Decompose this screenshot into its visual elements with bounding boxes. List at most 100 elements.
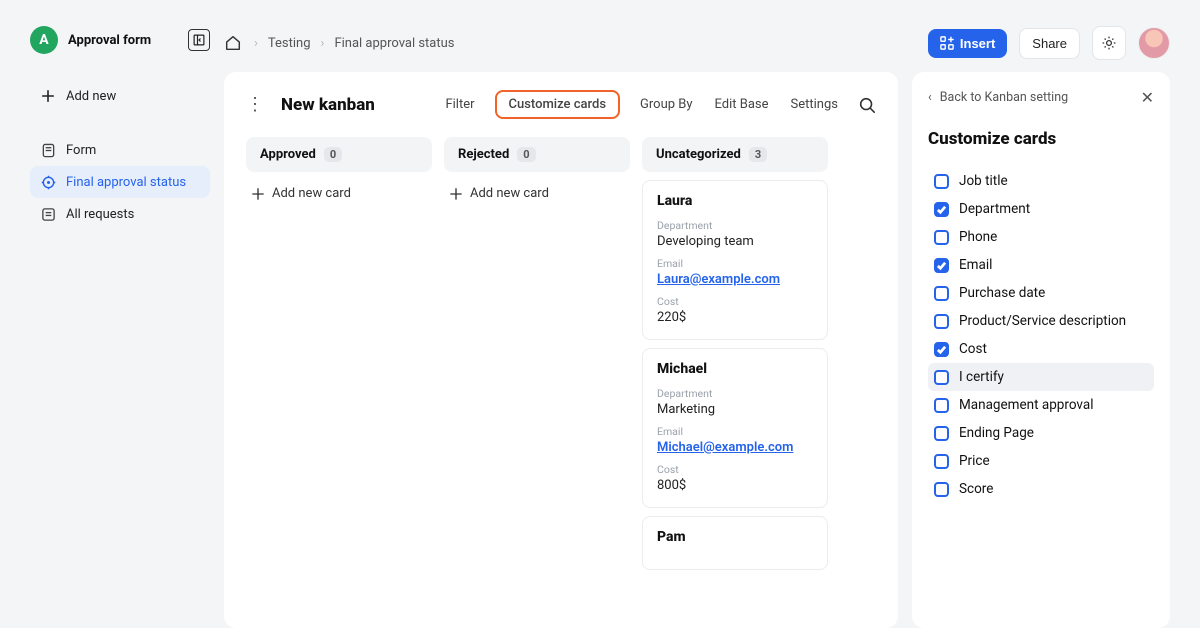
- checkbox[interactable]: [934, 370, 949, 385]
- settings-panel-title: Customize cards: [928, 129, 1154, 149]
- kanban-title: New kanban: [281, 95, 375, 115]
- column-header: Approved0: [246, 137, 432, 172]
- chevron-left-icon[interactable]: ‹: [928, 90, 932, 105]
- column-title: Rejected: [458, 147, 509, 162]
- checkbox[interactable]: [934, 482, 949, 497]
- column-count-badge: 0: [324, 147, 342, 162]
- customize-option[interactable]: Email: [928, 251, 1154, 279]
- option-label: Ending Page: [959, 425, 1034, 441]
- settings-gear-button[interactable]: [1092, 26, 1126, 60]
- field-value-email[interactable]: Laura@example.com: [657, 272, 813, 287]
- insert-label: Insert: [960, 36, 995, 51]
- column-title: Uncategorized: [656, 147, 741, 162]
- checkbox[interactable]: [934, 342, 949, 357]
- option-label: Product/Service description: [959, 313, 1126, 329]
- add-card-label: Add new card: [470, 186, 549, 201]
- checkbox[interactable]: [934, 398, 949, 413]
- customize-option[interactable]: Cost: [928, 335, 1154, 363]
- checkbox[interactable]: [934, 454, 949, 469]
- card-name: Laura: [657, 193, 813, 209]
- back-link[interactable]: Back to Kanban setting: [940, 90, 1068, 105]
- brand-title: Approval form: [68, 33, 151, 48]
- chevron-right-icon: ›: [254, 36, 258, 51]
- option-label: Price: [959, 453, 990, 469]
- kanban-panel: ⋮ New kanban Filter Customize cards Grou…: [224, 72, 898, 628]
- checkbox[interactable]: [934, 426, 949, 441]
- option-label: I certify: [959, 369, 1004, 385]
- option-label: Phone: [959, 229, 997, 245]
- user-avatar[interactable]: [1138, 27, 1170, 59]
- share-label: Share: [1032, 36, 1067, 51]
- column-header: Rejected 0: [444, 137, 630, 172]
- filter-action[interactable]: Filter: [443, 93, 476, 116]
- grid-plus-icon: [940, 36, 954, 50]
- field-value-email[interactable]: Michael@example.com: [657, 440, 813, 455]
- option-label: Management approval: [959, 397, 1094, 413]
- customize-option[interactable]: Job title: [928, 167, 1154, 195]
- customize-option[interactable]: Ending Page: [928, 419, 1154, 447]
- sidebar-item-all-requests[interactable]: All requests: [30, 198, 210, 230]
- sidebar: A Approval form Add new Form Final appro…: [30, 26, 210, 628]
- card-name: Michael: [657, 361, 813, 377]
- edit-base-action[interactable]: Edit Base: [713, 93, 771, 116]
- group-by-action[interactable]: Group By: [638, 93, 695, 116]
- checkbox[interactable]: [934, 314, 949, 329]
- option-label: Email: [959, 257, 992, 273]
- card-name: Pam: [657, 529, 813, 545]
- breadcrumb: › Testing › Final approval status: [254, 36, 455, 51]
- add-card-button[interactable]: Add new card: [246, 172, 432, 201]
- customize-option[interactable]: Phone: [928, 223, 1154, 251]
- insert-button[interactable]: Insert: [928, 29, 1007, 58]
- checkbox[interactable]: [934, 258, 949, 273]
- sidebar-item-label: Form: [66, 143, 96, 158]
- sidebar-item-form[interactable]: Form: [30, 134, 210, 166]
- add-new-label: Add new: [66, 89, 116, 104]
- customize-option[interactable]: Product/Service description: [928, 307, 1154, 335]
- customize-option[interactable]: Department: [928, 195, 1154, 223]
- list-icon: [40, 206, 56, 222]
- column-count-badge: 0: [517, 147, 535, 162]
- sidebar-item-label: Final approval status: [66, 175, 186, 190]
- column-header: Uncategorized3: [642, 137, 828, 172]
- option-label: Purchase date: [959, 285, 1045, 301]
- form-icon: [40, 142, 56, 158]
- field-label-dept: Department: [657, 219, 813, 232]
- field-value-dept: Developing team: [657, 234, 813, 249]
- customize-option[interactable]: Price: [928, 447, 1154, 475]
- field-label-cost: Cost: [657, 463, 813, 476]
- checkbox[interactable]: [934, 202, 949, 217]
- field-value-dept: Marketing: [657, 402, 813, 417]
- kanban-column: Uncategorized3 Laura Department Developing …: [642, 137, 828, 628]
- option-label: Score: [959, 481, 993, 497]
- gear-icon: [1101, 35, 1117, 51]
- settings-action[interactable]: Settings: [789, 93, 840, 116]
- add-card-label: Add new card: [272, 186, 351, 201]
- breadcrumb-item[interactable]: Final approval status: [334, 36, 454, 51]
- kanban-card[interactable]: LauraDepartmentDeveloping teamEmailLaura…: [642, 180, 828, 340]
- collapse-sidebar-icon[interactable]: [188, 29, 210, 51]
- kanban-menu-icon[interactable]: ⋮: [246, 94, 269, 115]
- sidebar-item-final-approval[interactable]: Final approval status: [30, 166, 210, 198]
- customize-option[interactable]: Score: [928, 475, 1154, 503]
- kanban-column: Approved0 Add new card: [246, 137, 432, 628]
- home-icon[interactable]: [224, 34, 242, 52]
- field-value-cost: 220$: [657, 310, 813, 325]
- add-card-button[interactable]: Add new card: [444, 172, 630, 201]
- customize-option[interactable]: Purchase date: [928, 279, 1154, 307]
- field-label-email: Email: [657, 425, 813, 438]
- customize-option[interactable]: I certify: [928, 363, 1154, 391]
- breadcrumb-item[interactable]: Testing: [268, 36, 311, 51]
- close-icon[interactable]: ✕: [1141, 88, 1154, 107]
- add-new-button[interactable]: Add new: [30, 80, 210, 112]
- customize-option[interactable]: Management approval: [928, 391, 1154, 419]
- customize-cards-action[interactable]: Customize cards: [495, 90, 621, 119]
- checkbox[interactable]: [934, 174, 949, 189]
- checkbox[interactable]: [934, 230, 949, 245]
- checkbox[interactable]: [934, 286, 949, 301]
- field-label-dept: Department: [657, 387, 813, 400]
- share-button[interactable]: Share: [1019, 28, 1080, 59]
- chevron-right-icon: ›: [321, 36, 325, 51]
- search-icon[interactable]: [858, 96, 876, 114]
- kanban-card[interactable]: Pam: [642, 516, 828, 570]
- kanban-card[interactable]: Michael Department Marketing Email Michael@e…: [642, 348, 828, 508]
